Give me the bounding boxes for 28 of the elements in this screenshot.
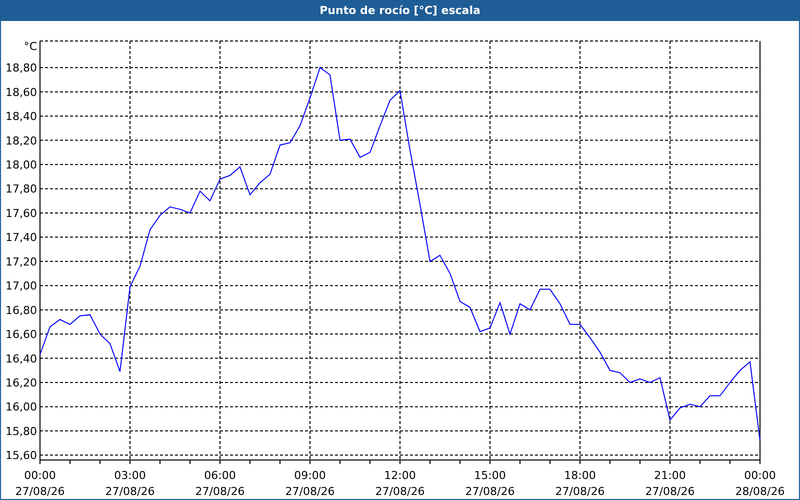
- y-tick-label: 18,80: [6, 62, 37, 75]
- x-tick-label: 15:00 27/08/26: [465, 469, 515, 498]
- x-tick-label: 00:00 28/08/26: [735, 469, 785, 498]
- y-tick-label: 16,40: [6, 352, 37, 366]
- y-tick-label: 16,60: [6, 328, 37, 342]
- y-tick-label: 16,00: [6, 400, 37, 414]
- x-tick-label: 18:00 27/08/26: [555, 469, 605, 498]
- y-tick-label: 17,00: [6, 280, 37, 293]
- y-tick-label: 18,60: [6, 86, 37, 99]
- y-tick-label: 18,20: [6, 134, 37, 148]
- y-tick-label: 16,20: [6, 376, 37, 390]
- y-tick-label: 15,80: [6, 424, 37, 438]
- y-axis-unit: °C: [24, 40, 37, 53]
- y-tick-label: 18,00: [6, 158, 37, 172]
- y-tick-label: 17,80: [6, 182, 37, 196]
- y-tick-label: 18,40: [6, 110, 37, 124]
- y-tick-label: 15,60: [6, 449, 37, 462]
- x-tick-label: 09:00 27/08/26: [285, 469, 335, 498]
- y-tick-label: 17,60: [6, 206, 37, 220]
- x-tick-label: 12:00 27/08/26: [375, 469, 425, 498]
- window-title: Punto de rocío [°C] escala: [320, 2, 480, 19]
- y-tick-label: 16,80: [6, 304, 37, 317]
- x-tick-label: 00:00 27/08/26: [15, 469, 65, 498]
- x-tick-label: 06:00 27/08/26: [195, 469, 245, 498]
- x-tick-label: 03:00 27/08/26: [105, 469, 155, 498]
- x-tick-label: 21:00 27/08/26: [645, 469, 695, 498]
- y-tick-label: 17,40: [6, 231, 37, 244]
- y-tick-label: 17,20: [6, 255, 37, 268]
